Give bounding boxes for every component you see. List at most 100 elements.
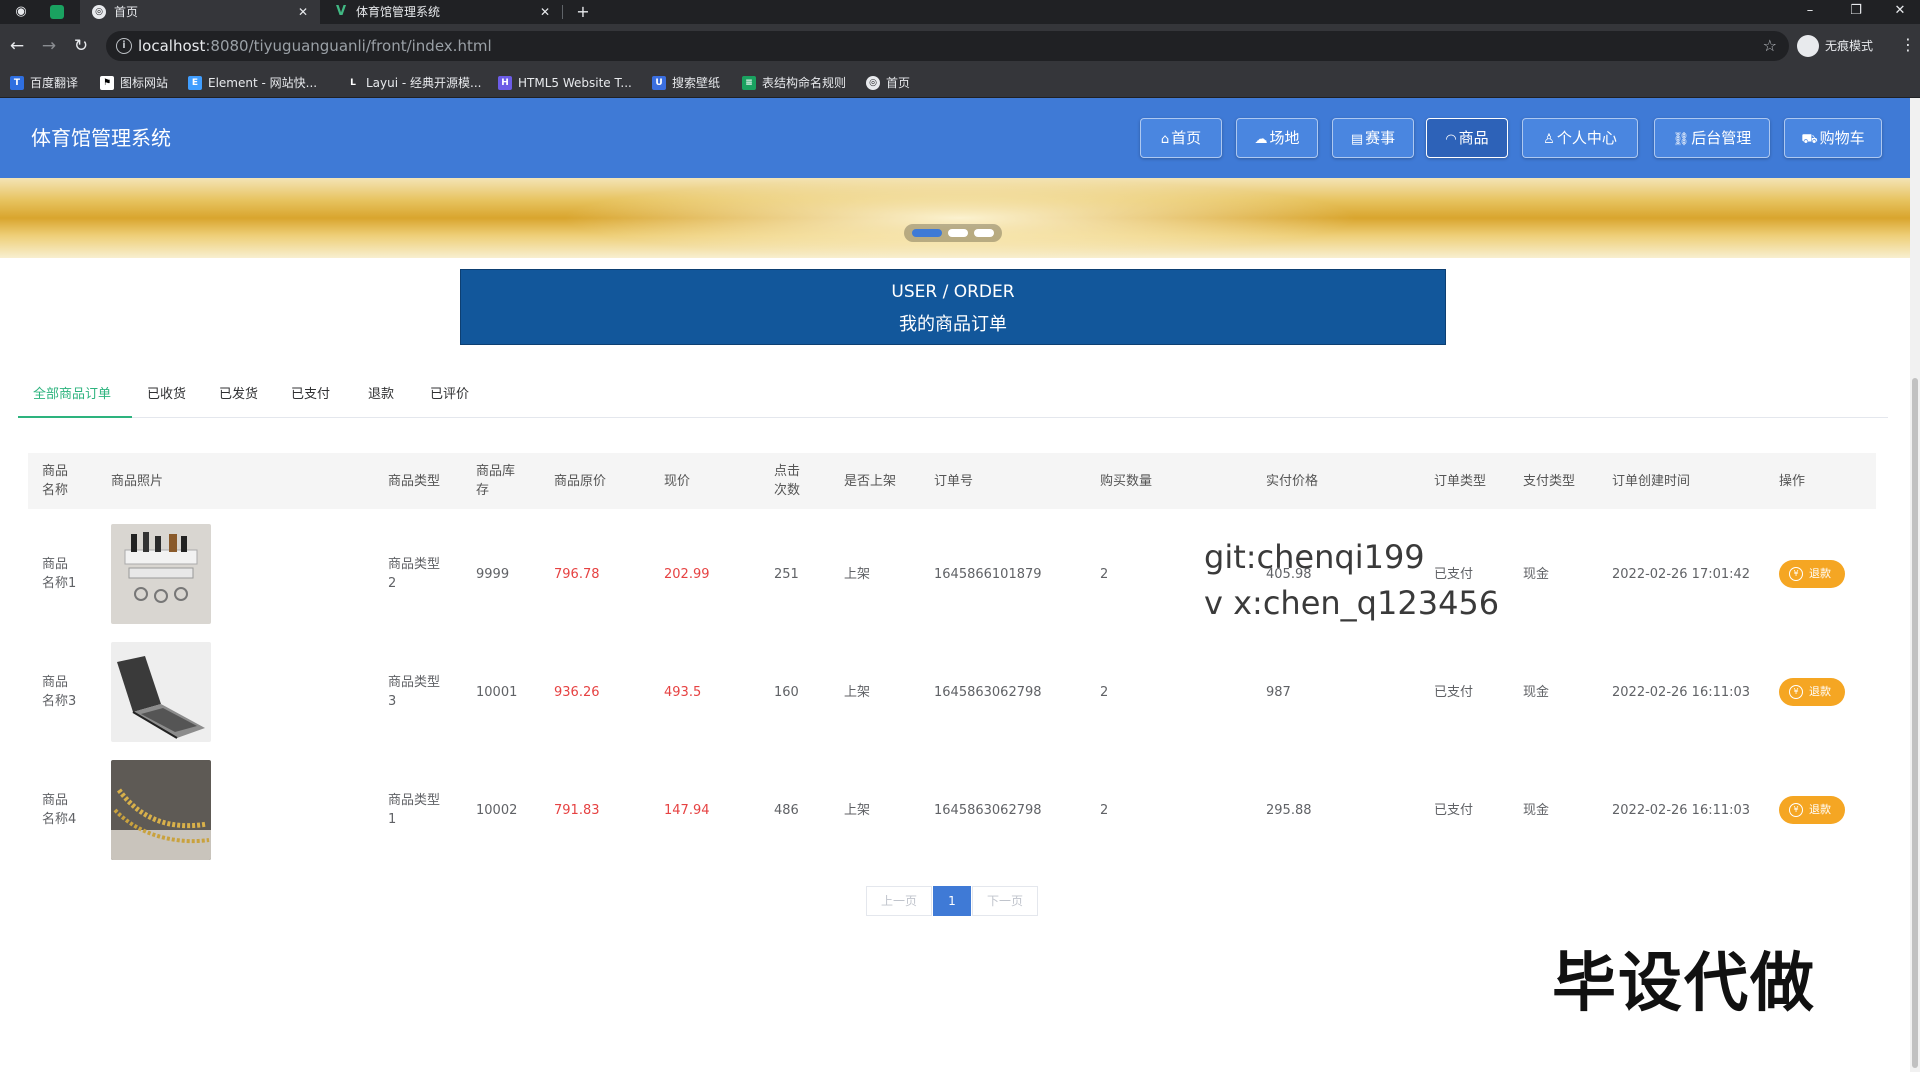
nav-cart-button[interactable]: ⛟ 购物车	[1784, 118, 1882, 158]
col-header: 实付价格	[1266, 473, 1319, 489]
yen-icon: ¥	[1789, 685, 1803, 699]
bookmark-star-icon[interactable]: ☆	[1763, 36, 1777, 55]
tab-shipped[interactable]: 已发货	[219, 382, 258, 418]
bag-icon: ◠	[1445, 132, 1457, 147]
col-header: 商品 名称	[42, 464, 69, 498]
carousel-dot-active[interactable]	[912, 229, 942, 237]
close-tab-icon[interactable]: ✕	[298, 0, 308, 24]
tab-sports-system[interactable]: V 体育馆管理系统 ✕	[322, 0, 562, 24]
next-page-button[interactable]: 下一页	[972, 886, 1038, 916]
bookmark-item[interactable]: H HTML5 Website T...	[498, 68, 632, 98]
cell-price: 147.94	[664, 802, 710, 818]
tab-paid[interactable]: 已支付	[291, 382, 330, 418]
order-status-tabs: 全部商品订单 已收货 已发货 已支付 退款 已评价	[18, 382, 1888, 418]
product-image-knife-rack	[111, 524, 211, 624]
cell-order-number: 1645863062798	[934, 802, 1042, 818]
bookmark-item[interactable]: T 百度翻译	[10, 68, 78, 98]
tab-all-orders[interactable]: 全部商品订单	[18, 382, 132, 418]
nav-venue-button[interactable]: ☁ 场地	[1236, 118, 1318, 158]
cell-on-shelf: 上架	[844, 684, 871, 700]
col-header: 商品类型	[388, 473, 441, 489]
cell-product-name: 商品 名称3	[42, 675, 77, 709]
section-title-cn: 我的商品订单	[899, 314, 1007, 335]
back-icon[interactable]: ←	[6, 35, 28, 57]
user-icon: ♙	[1543, 132, 1555, 147]
cell-original-price: 791.83	[554, 802, 600, 818]
cell-type: 商品类型 1	[388, 793, 441, 827]
bookmark-item[interactable]: L Layui - 经典开源模...	[346, 68, 481, 98]
tab-received[interactable]: 已收货	[147, 382, 186, 418]
col-header: 商品原价	[554, 473, 607, 489]
new-tab-button[interactable]: +	[574, 3, 592, 21]
cell-product-name: 商品 名称1	[42, 557, 77, 591]
carousel-dot[interactable]	[948, 229, 968, 237]
tab-reviewed[interactable]: 已评价	[430, 382, 469, 418]
cell-price: 493.5	[664, 684, 702, 700]
browser-tabstrip: ◉ ◎ 首页 ✕ V 体育馆管理系统 ✕ + – ❐ ✕	[0, 0, 1920, 24]
nav-goods-button[interactable]: ◠ 商品	[1426, 118, 1508, 158]
nav-admin-button[interactable]: ⛓ 后台管理	[1654, 118, 1770, 158]
cell-pay-type: 现金	[1523, 802, 1550, 818]
close-window-icon[interactable]: ✕	[1880, 0, 1920, 24]
cell-clicks: 486	[774, 802, 799, 818]
yen-icon: ¥	[1789, 803, 1803, 817]
bookmark-item[interactable]: ≡ 表结构命名规则	[742, 68, 846, 98]
html5-icon: H	[498, 76, 512, 90]
col-header: 商品照片	[111, 473, 164, 489]
refund-button[interactable]: ¥ 退款	[1779, 796, 1845, 824]
vue-logo-icon: V	[335, 4, 347, 19]
product-image-laptop	[111, 642, 211, 742]
prev-page-button[interactable]: 上一页	[866, 886, 932, 916]
product-image-gold-chain	[111, 760, 211, 860]
cell-type: 商品类型 2	[388, 557, 441, 591]
kebab-menu-icon[interactable]: ⋮	[1900, 35, 1916, 54]
calendar-icon: ▤	[1350, 132, 1364, 147]
site-header: 体育馆管理系统 ⌂ 首页 ☁ 场地 ▤ 赛事 ◠ 商品 ♙ 个人中心 ⛓ 后台管理 ⛟ 购物车	[0, 98, 1910, 178]
flag-icon: ⚑	[100, 76, 114, 90]
cell-type: 商品类型 3	[388, 675, 441, 709]
bookmark-item[interactable]: E Element - 网站快...	[188, 68, 317, 98]
page-scrollbar[interactable]	[1910, 98, 1920, 1072]
cell-stock: 9999	[476, 566, 510, 582]
restore-icon[interactable]: ❐	[1836, 0, 1876, 24]
cell-quantity: 2	[1100, 566, 1109, 582]
translate-icon: T	[10, 76, 24, 90]
forward-icon[interactable]: →	[38, 35, 60, 57]
bookmark-item[interactable]: ◎ 首页	[866, 68, 910, 98]
page-content: 体育馆管理系统 ⌂ 首页 ☁ 场地 ▤ 赛事 ◠ 商品 ♙ 个人中心 ⛓ 后台管理 ⛟ 购物车…	[0, 98, 1910, 1072]
cell-pay-type: 现金	[1523, 566, 1550, 582]
reload-icon[interactable]: ↻	[70, 35, 92, 57]
tab-refund[interactable]: 退款	[368, 382, 394, 418]
cell-on-shelf: 上架	[844, 802, 871, 818]
tab-home[interactable]: ◎ 首页 ✕	[80, 0, 320, 24]
watermark-big: 毕设代做	[1552, 947, 1816, 1021]
table-header: 商品 名称 商品照片 商品类型 商品库 存 商品原价 现价 点击 次数 是否上架…	[28, 453, 1876, 509]
page-1-button[interactable]: 1	[933, 886, 971, 916]
incognito-indicator[interactable]: 无痕模式	[1797, 35, 1873, 57]
refund-button[interactable]: ¥ 退款	[1779, 560, 1845, 588]
cell-order-type: 已支付	[1434, 802, 1474, 818]
pinned-tab-icon[interactable]	[50, 5, 64, 19]
nav-events-button[interactable]: ▤ 赛事	[1332, 118, 1414, 158]
col-header: 订单类型	[1434, 473, 1487, 489]
address-bar[interactable]: i localhost:8080/tiyuguanguanli/front/in…	[106, 31, 1789, 61]
bookmark-item[interactable]: ⚑ 图标网站	[100, 68, 168, 98]
layui-icon: L	[350, 78, 356, 88]
nav-home-button[interactable]: ⌂ 首页	[1140, 118, 1222, 158]
scrollbar-thumb[interactable]	[1912, 378, 1918, 1068]
refund-button[interactable]: ¥ 退款	[1779, 678, 1845, 706]
carousel-dot[interactable]	[974, 229, 994, 237]
close-tab-icon[interactable]: ✕	[540, 0, 550, 24]
table-row: 商品 名称1 商品类型 2 9999 796.78 202.99 251 上架 …	[28, 515, 1876, 633]
minimize-icon[interactable]: –	[1790, 0, 1830, 24]
site-info-icon[interactable]: i	[116, 38, 132, 54]
nav-personal-center-button[interactable]: ♙ 个人中心	[1522, 118, 1638, 158]
wallpaper-icon: U	[652, 76, 666, 90]
cell-stock: 10001	[476, 684, 518, 700]
table-row: 商品 名称4 商品类型 1 10002 791.83 147.94 486 上架…	[28, 751, 1876, 869]
bookmark-item[interactable]: U 搜索壁纸	[652, 68, 720, 98]
cell-quantity: 2	[1100, 684, 1109, 700]
col-header: 支付类型	[1523, 473, 1576, 489]
chrome-menu-icon[interactable]: ◉	[12, 3, 30, 21]
cart-icon: ⛟	[1801, 132, 1818, 147]
